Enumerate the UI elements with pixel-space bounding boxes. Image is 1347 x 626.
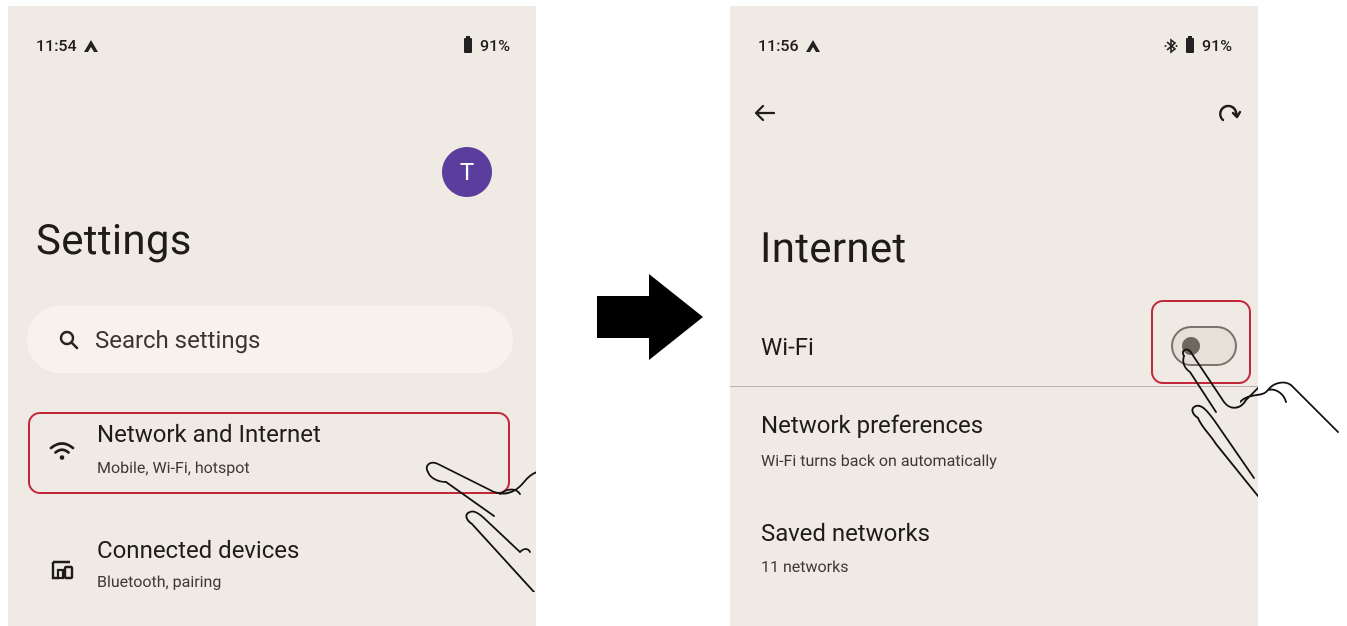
page-title: Internet xyxy=(760,224,907,273)
pointing-hand-icon-edge xyxy=(1240,381,1339,433)
refresh-icon[interactable] xyxy=(1216,100,1242,126)
connected-devices-icon xyxy=(51,560,74,580)
internet-screen: 11:56 91% Internet Wi-Fi Network prefere… xyxy=(730,6,1258,626)
battery-icon xyxy=(1186,36,1195,53)
notification-icon xyxy=(805,39,820,52)
status-bar-right: 91% xyxy=(464,36,510,55)
bluetooth-icon xyxy=(1164,37,1178,54)
status-bar-right: 91% xyxy=(1164,36,1232,55)
item-title: Network preferences xyxy=(761,411,984,439)
back-arrow-icon[interactable] xyxy=(752,100,778,126)
status-bar-left: 11:54 xyxy=(36,36,99,55)
notification-icon xyxy=(83,39,98,52)
item-subtitle: 11 networks xyxy=(761,557,849,576)
item-subtitle: Wi-Fi turns back on automatically xyxy=(761,451,997,470)
page-title: Settings xyxy=(36,216,192,265)
avatar[interactable]: T xyxy=(442,147,492,197)
status-time: 11:56 xyxy=(758,36,799,55)
status-time: 11:54 xyxy=(36,36,77,55)
pointing-hand-icon xyxy=(425,461,536,592)
item-title: Connected devices xyxy=(97,536,300,564)
settings-screen: 11:54 91% T Settings Search settings Net… xyxy=(8,6,536,626)
battery-icon xyxy=(464,36,473,53)
item-title: Saved networks xyxy=(761,519,931,547)
search-placeholder: Search settings xyxy=(95,325,261,354)
transition-arrow-icon xyxy=(597,274,703,360)
wifi-label: Wi-Fi xyxy=(761,333,814,361)
avatar-initial: T xyxy=(459,158,475,186)
search-icon xyxy=(59,330,79,349)
battery-percent: 91% xyxy=(480,36,510,55)
status-bar-left: 11:56 xyxy=(758,36,821,55)
battery-percent: 91% xyxy=(1202,36,1232,55)
search-bar[interactable]: Search settings xyxy=(27,306,513,373)
item-subtitle: Bluetooth, pairing xyxy=(97,572,222,591)
